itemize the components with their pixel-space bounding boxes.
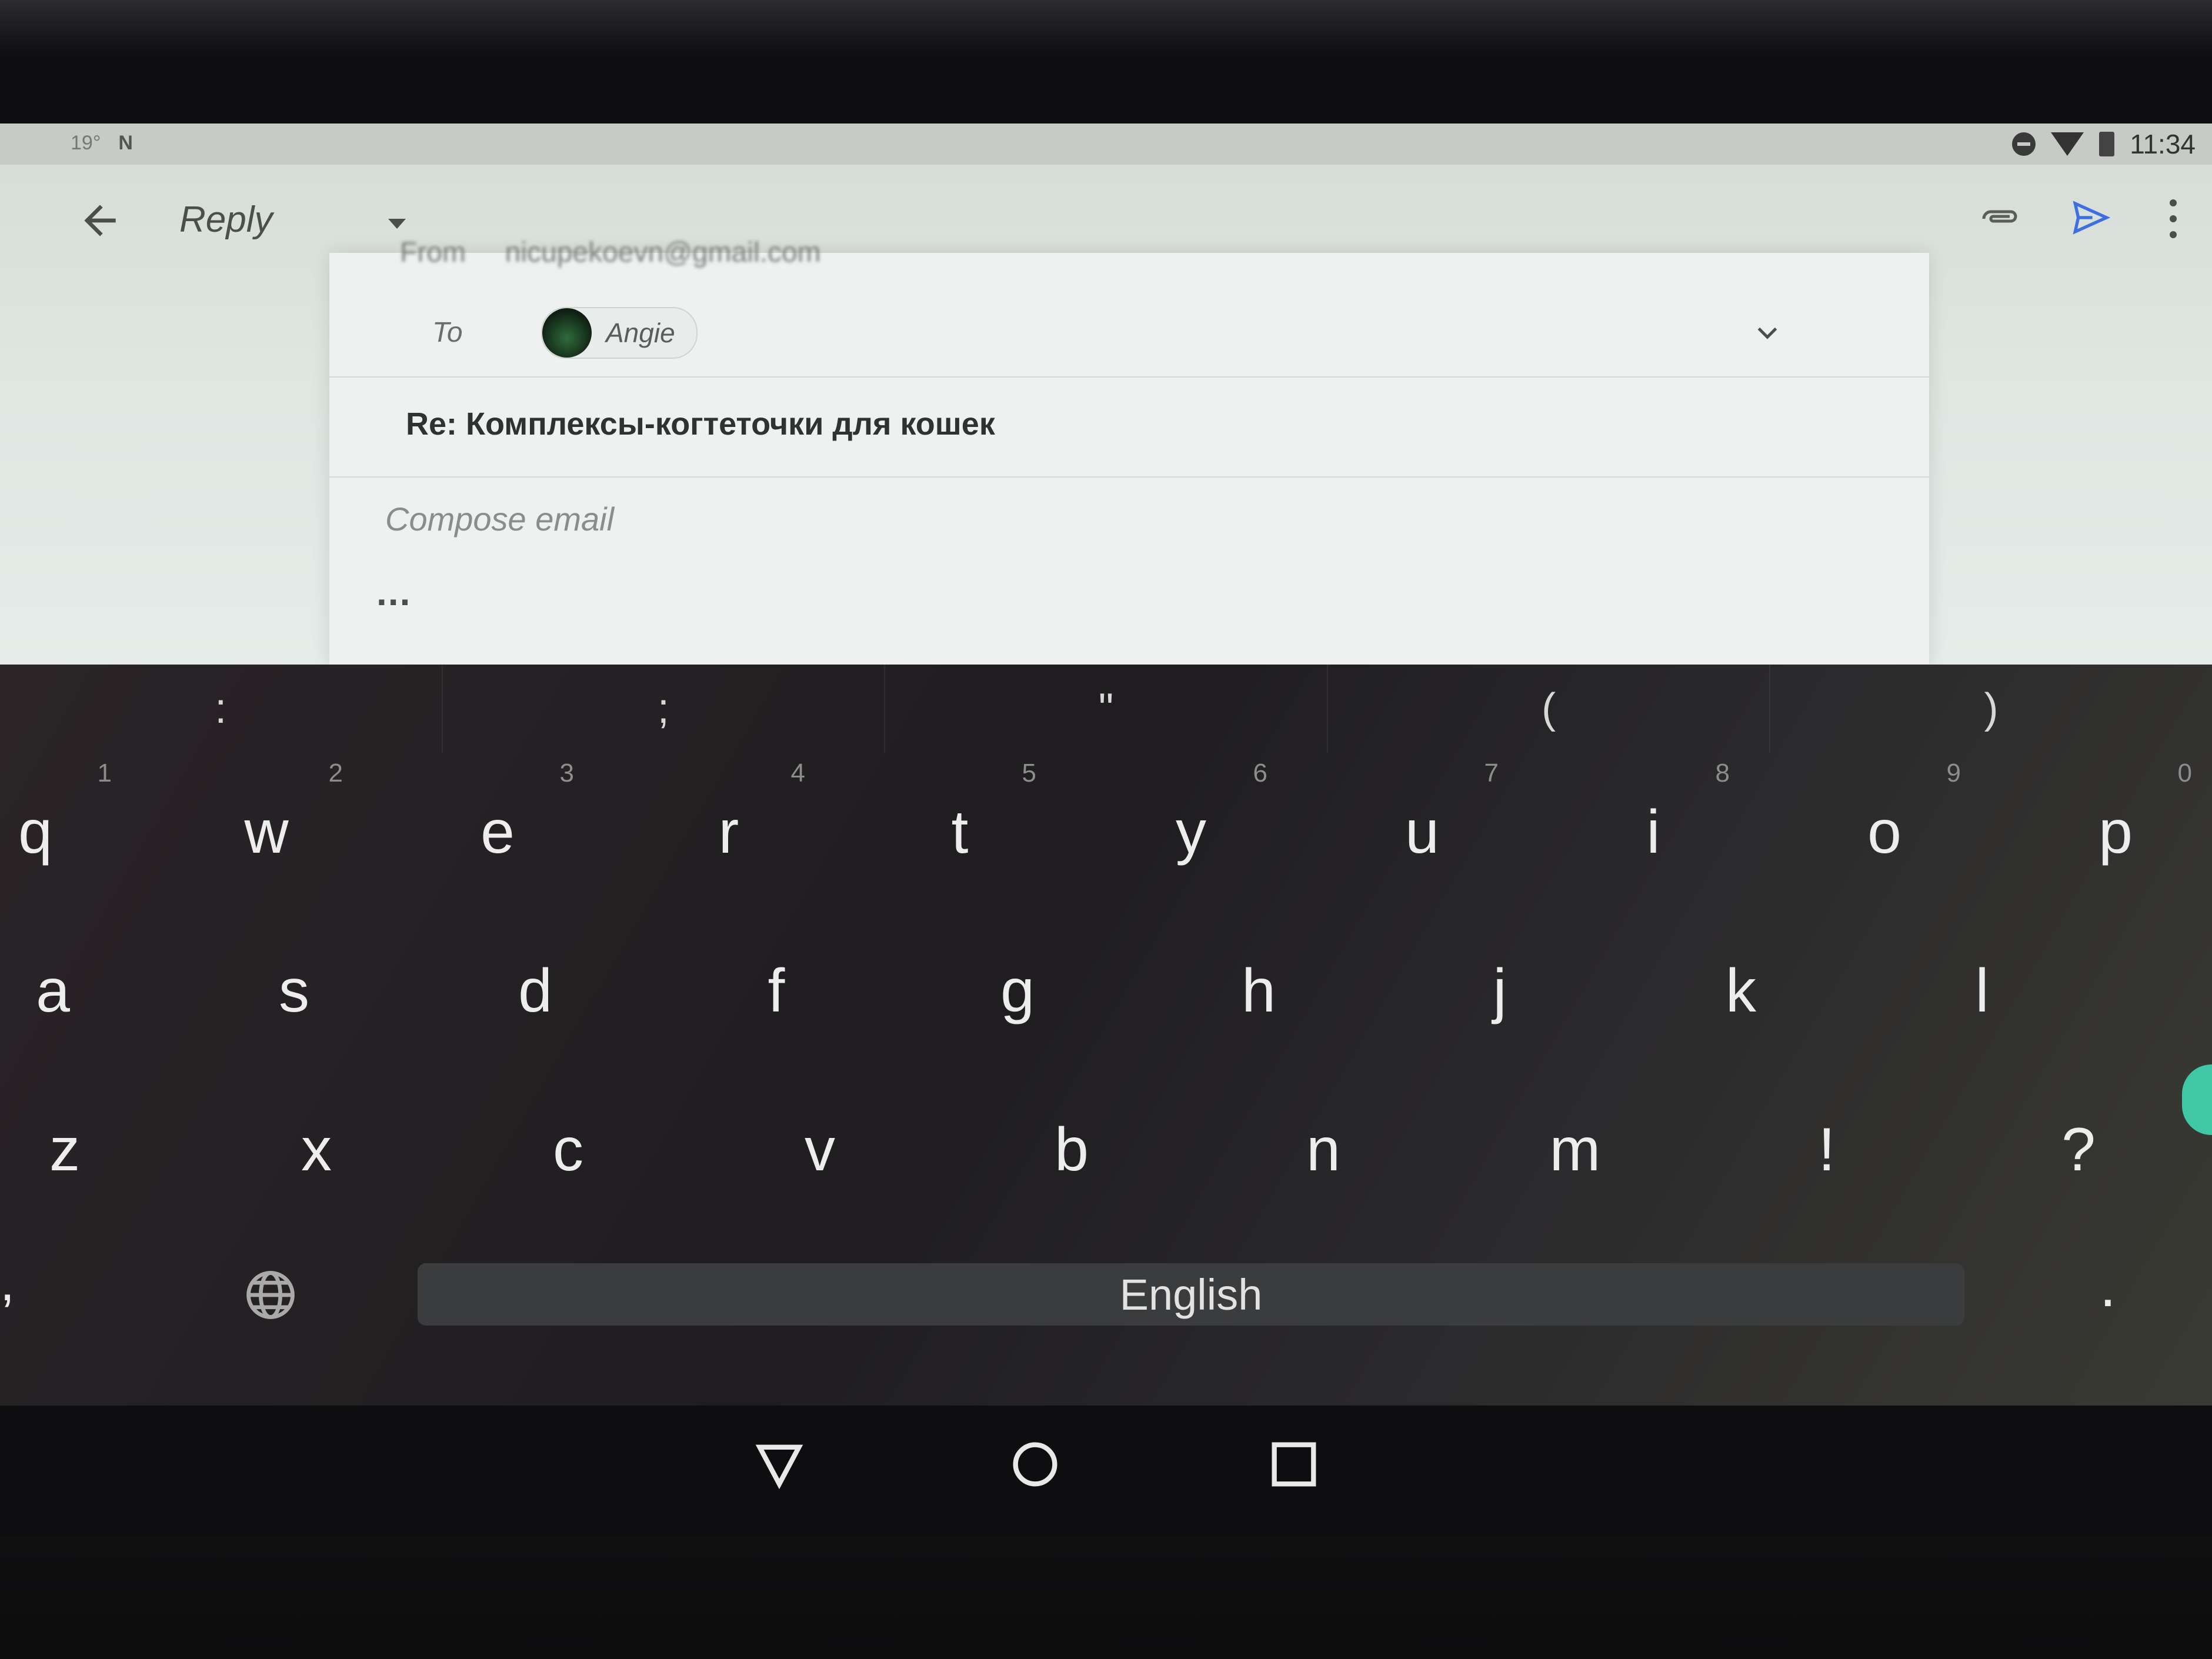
key-h[interactable]: h — [1170, 912, 1347, 1070]
key-p[interactable]: p0 — [2027, 753, 2204, 912]
device-photo: 19° N 11:34 Reply From nicupekoevn@gmail… — [0, 0, 2212, 1659]
key-m[interactable]: m — [1487, 1070, 1663, 1229]
key-r[interactable]: r4 — [640, 753, 817, 912]
suggestion-strip: : ; " ( ) — [0, 665, 2212, 753]
key-z[interactable]: z — [0, 1070, 153, 1229]
key-hint: 4 — [790, 759, 805, 787]
key-row-space: , English . — [0, 1229, 2212, 1394]
gmail-compose-app: 19° N 11:34 Reply From nicupekoevn@gmail… — [0, 123, 2212, 665]
home-circle-icon[interactable] — [1006, 1435, 1065, 1494]
key-hint: 2 — [328, 759, 343, 787]
status-time: 11:34 — [2130, 129, 2196, 159]
chevron-down-icon[interactable] — [1753, 319, 1782, 348]
subject-field[interactable]: Re: Комплексы-когтеточки для кошек — [329, 376, 1929, 478]
key-a[interactable]: a — [0, 912, 141, 1070]
key-y[interactable]: y6 — [1103, 753, 1279, 912]
key-label: w — [244, 797, 289, 866]
key-k[interactable]: k — [1653, 912, 1829, 1070]
key-hint: 8 — [1715, 759, 1730, 787]
key-o[interactable]: o9 — [1796, 753, 1973, 912]
key-s[interactable]: s — [206, 912, 382, 1070]
key-row-middle: asdfghjkl — [0, 912, 2212, 1070]
key-b[interactable]: b — [983, 1070, 1160, 1229]
key-q[interactable]: q1 — [0, 753, 124, 912]
key-u[interactable]: u7 — [1334, 753, 1510, 912]
key-label: t — [951, 797, 969, 866]
key-hint: 3 — [559, 759, 574, 787]
key-label: p — [2098, 797, 2133, 866]
wifi-icon — [2051, 132, 2084, 156]
send-icon[interactable] — [2070, 199, 2111, 236]
key-label: r — [718, 797, 739, 866]
back-triangle-icon[interactable] — [750, 1435, 809, 1494]
key-w[interactable]: w2 — [178, 753, 355, 912]
key-period[interactable]: . — [2100, 1253, 2116, 1320]
recents-square-icon[interactable] — [1265, 1435, 1323, 1494]
suggestion-item[interactable]: ( — [1328, 665, 1771, 753]
key-i[interactable]: i8 — [1565, 753, 1741, 912]
recipient-name: Angie — [606, 318, 675, 348]
weather-temp: 19° — [71, 132, 101, 154]
key-c[interactable]: c — [480, 1070, 656, 1229]
from-row[interactable]: From nicupekoevn@gmail.com — [400, 236, 821, 269]
key-n[interactable]: n — [1235, 1070, 1412, 1229]
from-label: From — [400, 237, 466, 268]
soft-keyboard: : ; " ( ) q1w2e3r4t5y6u7i8o9p0 asdfghjkl… — [0, 665, 2212, 1406]
key-g[interactable]: g — [929, 912, 1106, 1070]
notification-icon: N — [118, 132, 133, 154]
space-bar[interactable]: English — [418, 1263, 1964, 1326]
key-label: i — [1646, 797, 1660, 866]
suggestion-item[interactable]: " — [885, 665, 1328, 753]
battery-icon — [2099, 132, 2115, 156]
globe-icon[interactable] — [241, 1266, 300, 1324]
key-v[interactable]: v — [732, 1070, 908, 1229]
key-row-bottom: z x c v b n m!? — [0, 1070, 2212, 1229]
key-comma[interactable]: , — [0, 1253, 15, 1313]
key-hint: 1 — [97, 759, 112, 787]
compose-body-input[interactable]: Compose email — [385, 500, 614, 538]
key-question[interactable]: ? — [1990, 1070, 2167, 1229]
tablet-screen: 19° N 11:34 Reply From nicupekoevn@gmail… — [0, 123, 2212, 1535]
more-vert-icon[interactable] — [2164, 195, 2182, 242]
recipient-chip[interactable]: Angie — [541, 307, 698, 359]
suggestion-item[interactable]: ; — [443, 665, 886, 753]
key-row-top: q1w2e3r4t5y6u7i8o9p0 — [0, 753, 2212, 912]
navigation-bar — [0, 1406, 2212, 1535]
subject-text: Re: Комплексы-когтеточки для кошек — [406, 406, 995, 442]
attach-icon[interactable] — [1979, 207, 2020, 231]
key-hint: 0 — [2177, 759, 2192, 787]
key-label: u — [1405, 797, 1439, 866]
key-label: e — [481, 797, 515, 866]
key-exclamation[interactable]: ! — [1739, 1070, 1915, 1229]
suggestion-item[interactable]: : — [0, 665, 443, 753]
show-quoted-text-button[interactable]: ... — [376, 570, 411, 614]
key-x[interactable]: x — [228, 1070, 405, 1229]
to-label: To — [432, 317, 463, 348]
compose-card: From nicupekoevn@gmail.com To Angie Re: — [329, 237, 1929, 665]
key-hint: 5 — [1022, 759, 1036, 787]
key-t[interactable]: t5 — [872, 753, 1048, 912]
key-label: y — [1176, 797, 1206, 866]
status-bar: 19° N 11:34 — [0, 123, 2212, 165]
key-hint: 9 — [1946, 759, 1961, 787]
arrow-back-icon[interactable] — [76, 197, 124, 244]
key-d[interactable]: d — [447, 912, 623, 1070]
from-address: nicupekoevn@gmail.com — [505, 237, 821, 268]
key-hint: 7 — [1484, 759, 1499, 787]
reply-mode-title[interactable]: Reply — [179, 199, 273, 241]
key-e[interactable]: e3 — [409, 753, 586, 912]
do-not-disturb-icon — [2012, 132, 2036, 156]
key-j[interactable]: j — [1412, 912, 1588, 1070]
suggestion-item[interactable]: ) — [1770, 665, 2212, 753]
key-l[interactable]: l — [1894, 912, 2070, 1070]
key-f[interactable]: f — [688, 912, 865, 1070]
dropdown-arrow-icon[interactable] — [388, 219, 406, 229]
key-hint: 6 — [1253, 759, 1267, 787]
key-label: o — [1867, 797, 1901, 866]
key-label: q — [18, 797, 52, 866]
avatar — [542, 308, 592, 358]
to-row: To Angie — [329, 294, 1929, 378]
